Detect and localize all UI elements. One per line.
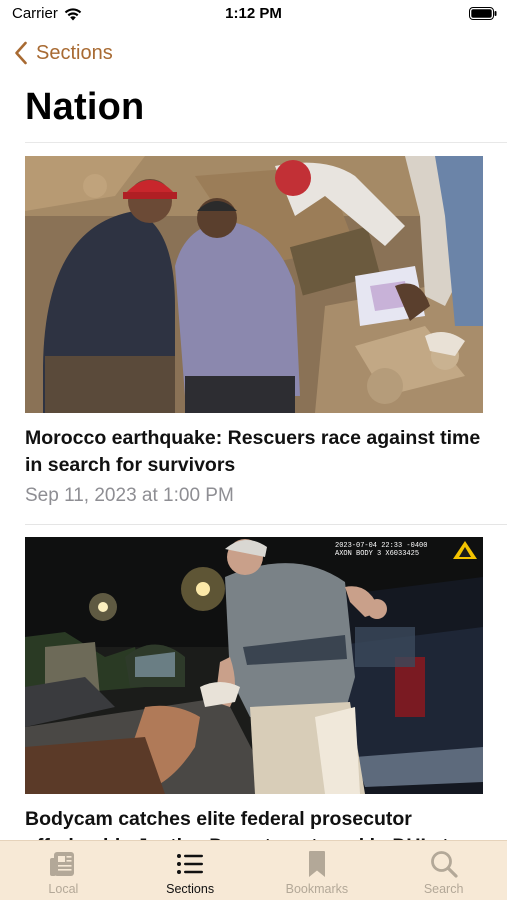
list-icon [177, 854, 204, 874]
svg-text:AXON BODY 3 X6033425: AXON BODY 3 X6033425 [335, 550, 419, 558]
search-icon [430, 851, 458, 878]
svg-text:2023-07-04 22:33 -0400: 2023-07-04 22:33 -0400 [335, 542, 427, 550]
tab-label: Bookmarks [285, 882, 349, 896]
tab-local[interactable]: Local [0, 841, 127, 900]
tab-label: Local [48, 882, 79, 896]
newspaper-icon [50, 852, 75, 876]
article-feed[interactable]: Morocco earthquake: Rescuers race agains… [0, 143, 507, 840]
status-bar: Carrier 1:12 PM [0, 0, 507, 28]
back-button[interactable]: Sections [14, 38, 113, 68]
article-card[interactable]: Morocco earthquake: Rescuers race agains… [25, 156, 483, 507]
back-button-label: Sections [36, 41, 113, 64]
tab-bar: Local Sections Bookmarks Search [0, 840, 507, 900]
tab-label: Search [423, 882, 464, 896]
article-headline: Morocco earthquake: Rescuers race agains… [25, 427, 481, 476]
tab-search[interactable]: Search [380, 841, 507, 900]
chevron-left-icon [15, 41, 27, 65]
article-timestamp: Sep 11, 2023 at 1:00 PM [25, 485, 234, 506]
tab-sections[interactable]: Sections [127, 841, 254, 900]
app-screen: Carrier 1:12 PM Sections Nation Morocco … [0, 0, 507, 900]
tab-bookmarks[interactable]: Bookmarks [254, 841, 381, 900]
article-image[interactable]: 2023-07-04 22:33 -0400 AXON BODY 3 X6033… [25, 537, 483, 794]
bookmark-icon [308, 851, 325, 877]
divider [25, 524, 507, 525]
battery-icon [469, 7, 497, 20]
tab-label: Sections [166, 882, 215, 896]
page-title: Nation [25, 86, 145, 128]
article-card[interactable]: 2023-07-04 22:33 -0400 AXON BODY 3 X6033… [25, 537, 483, 840]
status-time: 1:12 PM [225, 5, 282, 22]
article-headline: Bodycam catches elite federal prosecutor… [25, 808, 473, 840]
article-image[interactable] [25, 156, 483, 413]
